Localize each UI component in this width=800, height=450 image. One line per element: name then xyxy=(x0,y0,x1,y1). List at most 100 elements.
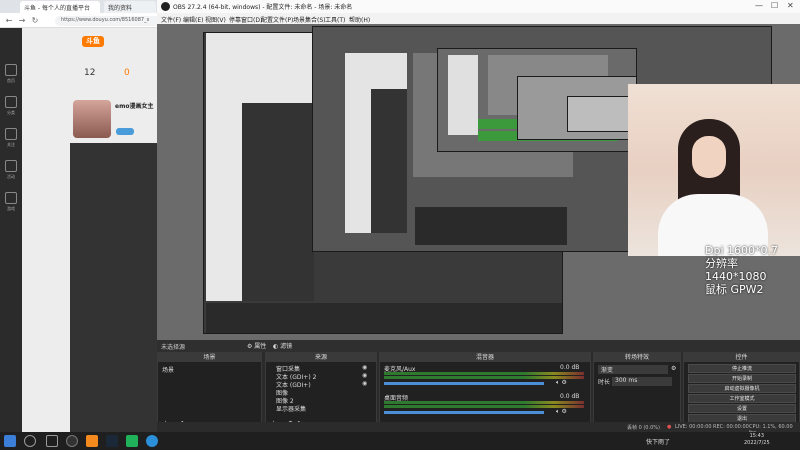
visibility-icon[interactable]: ◉ xyxy=(362,364,367,371)
follow-count: 12 xyxy=(84,68,96,78)
home-icon[interactable] xyxy=(5,64,17,76)
close-icon[interactable]: ✕ xyxy=(787,1,794,10)
webcam-feed xyxy=(628,84,800,256)
gear-icon[interactable]: ⚙ xyxy=(671,365,676,372)
start-icon[interactable] xyxy=(4,435,16,447)
transition-select[interactable]: 渐变 xyxy=(598,365,668,374)
start-recording-button[interactable]: 开始录制 xyxy=(688,374,796,383)
meter-bar xyxy=(384,405,584,408)
forward-icon[interactable]: → xyxy=(17,16,27,26)
obs-title-bar: OBS 27.2.4 (64-bit, windows) - 配置文件: 未命名… xyxy=(157,0,800,13)
sidebar-item-label: 游戏 xyxy=(7,206,15,211)
rec-time: REC: 00:00:00 xyxy=(713,424,749,430)
douyu-logo[interactable]: 斗鱼 xyxy=(82,36,104,47)
properties-button[interactable]: ⚙ 属性 xyxy=(247,341,266,350)
transitions-header: 转场特效 xyxy=(594,353,680,362)
controls-header: 控件 xyxy=(684,353,799,362)
webcam-face xyxy=(692,136,726,178)
mixer-track-db: 0.0 dB xyxy=(560,364,580,371)
game-icon[interactable] xyxy=(5,192,17,204)
visibility-icon[interactable]: ◉ xyxy=(362,372,367,379)
scenes-header: 场景 xyxy=(158,353,261,362)
volume-slider[interactable] xyxy=(384,411,544,414)
reload-icon[interactable]: ↻ xyxy=(30,16,40,26)
speaker-icon[interactable]: 🔈︎ ⚙ xyxy=(556,408,567,416)
activity-icon[interactable] xyxy=(5,160,17,172)
no-source-label: 未选择源 xyxy=(161,344,186,351)
avatar[interactable] xyxy=(73,100,111,138)
system-clock[interactable]: 15:43 2022/7/25 xyxy=(744,433,770,447)
steam-icon[interactable] xyxy=(106,435,118,447)
filters-button[interactable]: ◐ 滤镜 xyxy=(273,341,292,350)
window-title: OBS 27.2.4 (64-bit, windows) - 配置文件: 未命名… xyxy=(173,4,353,11)
meter-bar xyxy=(384,376,584,379)
url-input[interactable]: https://www.douyu.com/8516087_s xyxy=(55,16,160,26)
menu-scene-collection[interactable]: 场景集合(S) xyxy=(293,15,326,24)
menu-view[interactable]: 视图(V) xyxy=(205,15,226,24)
nested-preview-level-5 xyxy=(567,96,637,132)
level-badge xyxy=(116,128,134,135)
duration-label: 时长 xyxy=(598,379,611,386)
browser-tab-douyu[interactable]: 斗鱼 - 每个人的直播平台 xyxy=(20,1,100,13)
fan-count: 0 xyxy=(124,68,130,78)
live-time: LIVE: 00:00:00 xyxy=(675,424,712,430)
sidebar-item-label: 分类 xyxy=(7,110,15,115)
menu-docks[interactable]: 停靠窗口(D) xyxy=(229,15,262,24)
weather-tray[interactable]: 快下雨了 xyxy=(646,437,670,446)
dropped-frames: 丢帧 0 (0.0%) xyxy=(627,425,660,431)
back-icon[interactable]: ← xyxy=(4,16,14,26)
obs-taskbar-icon[interactable] xyxy=(66,435,78,447)
mouse-text: 鼠标 GPW2 xyxy=(705,283,764,296)
menu-file[interactable]: 文件(F) xyxy=(161,15,181,24)
virtual-camera-button[interactable]: 启动虚拟摄像机 xyxy=(688,384,796,393)
browser-tab-profile[interactable]: 我的资料 xyxy=(104,1,156,13)
menu-tools[interactable]: 工具(T) xyxy=(325,15,345,24)
menu-bar: 文件(F) 编辑(E) 视图(V) 停靠窗口(D) 配置文件(P) 场景集合(S… xyxy=(157,13,800,24)
mixer-track-db: 0.0 dB xyxy=(560,393,580,400)
dpi-text: Dpi 1600*0.7 xyxy=(705,244,778,257)
resolution-text: 分辨率 1440*1080 xyxy=(705,257,767,283)
sources-header: 来源 xyxy=(266,353,376,362)
sidebar-item-label: 关注 xyxy=(7,142,15,147)
obs-logo-icon xyxy=(161,2,170,11)
speaker-icon[interactable]: 🔈︎ ⚙ xyxy=(556,379,567,387)
task-view-icon[interactable] xyxy=(46,435,58,447)
mixer-header: 混音器 xyxy=(380,353,590,362)
menu-edit[interactable]: 编辑(E) xyxy=(183,15,203,24)
settings-button[interactable]: 设置 xyxy=(688,404,796,413)
douyu-sidebar: 首页 分类 关注 活动 游戏 xyxy=(0,28,22,432)
meter-bar xyxy=(384,401,584,404)
wechat-icon[interactable] xyxy=(126,435,138,447)
settings-overlay: Dpi 1600*0.7 分辨率 1440*1080 鼠标 GPW2 xyxy=(705,244,800,296)
volume-slider[interactable] xyxy=(384,382,544,385)
taskbar: 快下雨了 15:43 2022/7/25 xyxy=(0,432,800,450)
follow-icon[interactable] xyxy=(5,128,17,140)
search-icon[interactable] xyxy=(24,435,36,447)
transitions-dock: 转场特效 渐变 ⚙ 时长 300 ms xyxy=(593,352,681,432)
edge-icon[interactable] xyxy=(146,435,158,447)
clock-time: 15:43 xyxy=(749,433,765,439)
menu-profile[interactable]: 配置文件(P) xyxy=(261,15,293,24)
active-app-icon[interactable] xyxy=(86,435,98,447)
obs-docks: 未选择源 ⚙ 属性 ◐ 滤镜 场景 场景 ＋ − ⌃ ⌄ 来源 窗口采集 文本 … xyxy=(157,340,800,432)
live-indicator-icon: ● xyxy=(667,424,672,430)
menu-help[interactable]: 帮助(H) xyxy=(349,15,370,24)
stop-streaming-button[interactable]: 停止推流 xyxy=(688,364,796,373)
sources-dock: 来源 窗口采集 文本 (GDI+) 2 文本 (GDI+) 图像 图像 2 显示… xyxy=(265,352,377,432)
content-panel xyxy=(70,143,158,432)
audio-mixer-dock: 混音器 麦克风/Aux 0.0 dB 🔈︎ ⚙ 桌面音频 0.0 dB 🔈︎ ⚙ xyxy=(379,352,591,432)
studio-mode-button[interactable]: 工作室模式 xyxy=(688,394,796,403)
category-icon[interactable] xyxy=(5,96,17,108)
duration-input[interactable]: 300 ms xyxy=(612,377,672,386)
source-item[interactable]: 显示器采集 xyxy=(276,404,306,413)
clock-date: 2022/7/25 xyxy=(744,440,770,446)
status-bar: 丢帧 0 (0.0%) ● LIVE: 00:00:00 REC: 00:00:… xyxy=(157,422,800,436)
streamer-name[interactable]: emo漫画女主 xyxy=(115,101,153,110)
maximize-icon[interactable]: ☐ xyxy=(771,1,778,10)
meter-bar xyxy=(384,372,584,375)
sidebar-item-label: 活动 xyxy=(7,174,15,179)
minimize-icon[interactable]: — xyxy=(755,1,763,10)
controls-dock: 控件 停止推流 开始录制 启动虚拟摄像机 工作室模式 设置 退出 xyxy=(683,352,800,432)
visibility-icon[interactable]: ◉ xyxy=(362,380,367,387)
scene-item[interactable]: 场景 xyxy=(162,365,174,374)
